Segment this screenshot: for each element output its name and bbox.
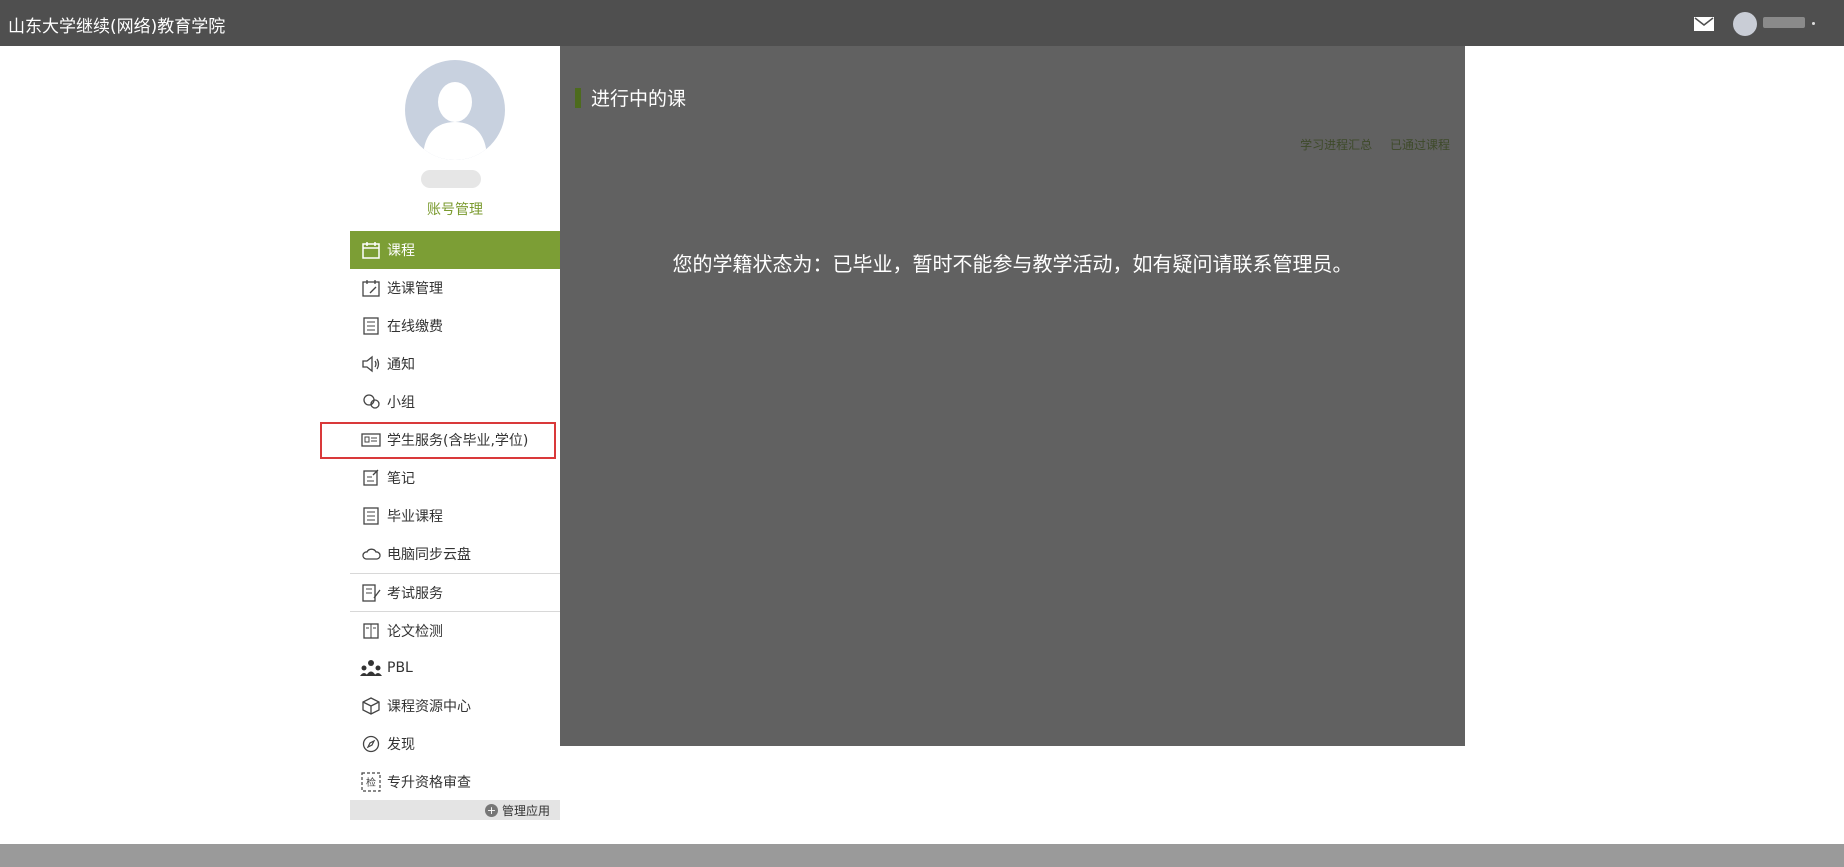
sidebar-item-label: 小组 bbox=[387, 395, 415, 411]
sidebar: 账号管理 课程 选课管理 在线缴费 通知 小组 学生服务(含毕业,学位) 笔记 … bbox=[320, 46, 560, 820]
main-panel: 进行中的课 学习进程汇总 已通过课程 您的学籍状态为：已毕业，暂时不能参与教学活… bbox=[560, 46, 1465, 746]
sidebar-item-label: 笔记 bbox=[387, 471, 415, 487]
manage-apps-button[interactable]: + 管理应用 bbox=[350, 800, 560, 820]
user-dropdown-icon[interactable] bbox=[1812, 22, 1815, 25]
user-name-blurred[interactable] bbox=[1763, 17, 1805, 28]
note-edit-icon bbox=[360, 467, 382, 489]
manage-apps-label: 管理应用 bbox=[501, 803, 550, 818]
document-list-icon bbox=[360, 315, 382, 337]
compass-icon bbox=[360, 733, 382, 755]
sidebar-item-groups[interactable]: 小组 bbox=[350, 383, 560, 421]
sidebar-item-label: 课程资源中心 bbox=[387, 699, 471, 715]
calendar-edit-icon bbox=[360, 277, 382, 299]
speaker-icon bbox=[360, 353, 382, 375]
sidebar-item-notifications[interactable]: 通知 bbox=[350, 345, 560, 383]
course-links: 学习进程汇总 已通过课程 bbox=[1286, 136, 1450, 153]
top-bar: 山东大学继续(网络)教育学院 bbox=[0, 0, 1844, 46]
page-title: 进行中的课 bbox=[591, 88, 687, 110]
mail-icon[interactable] bbox=[1694, 17, 1714, 31]
person-silhouette-icon bbox=[423, 82, 487, 160]
user-avatar[interactable] bbox=[1733, 12, 1757, 36]
people-icon bbox=[360, 657, 382, 679]
sidebar-item-label: 在线缴费 bbox=[387, 319, 443, 335]
footer-bar bbox=[0, 844, 1844, 867]
sidebar-item-label: 选课管理 bbox=[387, 281, 443, 297]
enrollment-status-message: 您的学籍状态为：已毕业，暂时不能参与教学活动，如有疑问请联系管理员。 bbox=[672, 252, 1353, 276]
sidebar-item-course-selection[interactable]: 选课管理 bbox=[350, 269, 560, 307]
sidebar-item-label: 专升资格审查 bbox=[387, 775, 471, 791]
user-name-blurred bbox=[421, 170, 481, 188]
sidebar-item-label: 通知 bbox=[387, 357, 415, 373]
exam-icon bbox=[360, 582, 382, 604]
check-stamp-icon: 检 bbox=[360, 771, 382, 793]
sidebar-item-cloud-sync[interactable]: 电脑同步云盘 bbox=[350, 535, 560, 573]
passed-courses-link[interactable]: 已通过课程 bbox=[1390, 138, 1450, 152]
sidebar-item-label: 电脑同步云盘 bbox=[387, 547, 471, 563]
sidebar-item-label: 考试服务 bbox=[387, 585, 443, 602]
sidebar-item-graduation-courses[interactable]: 毕业课程 bbox=[350, 497, 560, 535]
sidebar-item-exam-services[interactable]: 考试服务 bbox=[350, 573, 560, 611]
sidebar-item-notes[interactable]: 笔记 bbox=[350, 459, 560, 497]
sidebar-item-courses[interactable]: 课程 bbox=[350, 231, 560, 269]
sidebar-item-discover[interactable]: 发现 bbox=[350, 725, 560, 763]
group-icon bbox=[360, 391, 382, 413]
sidebar-item-label: 毕业课程 bbox=[387, 509, 443, 525]
box-icon bbox=[360, 695, 382, 717]
sidebar-item-resource-center[interactable]: 课程资源中心 bbox=[350, 687, 560, 725]
plus-circle-icon: + bbox=[484, 803, 498, 817]
learning-progress-link[interactable]: 学习进程汇总 bbox=[1300, 138, 1372, 152]
book-icon bbox=[360, 620, 382, 642]
heading-accent-bar bbox=[575, 88, 581, 108]
account-management-link[interactable]: 账号管理 bbox=[350, 199, 560, 219]
sidebar-item-label: 论文检测 bbox=[387, 623, 443, 640]
cloud-icon bbox=[360, 543, 382, 565]
sidebar-item-label: 学生服务(含毕业,学位) bbox=[387, 433, 529, 449]
sidebar-item-student-services[interactable]: 学生服务(含毕业,学位) bbox=[320, 421, 560, 459]
id-card-icon bbox=[360, 429, 382, 451]
document-list-icon bbox=[360, 505, 382, 527]
sidebar-item-online-payment[interactable]: 在线缴费 bbox=[350, 307, 560, 345]
sidebar-item-label: 发现 bbox=[387, 737, 415, 753]
svg-text:检: 检 bbox=[366, 776, 376, 789]
sidebar-menu: 课程 选课管理 在线缴费 通知 小组 学生服务(含毕业,学位) 笔记 毕业课程 … bbox=[320, 231, 560, 801]
sidebar-item-thesis-check[interactable]: 论文检测 bbox=[350, 611, 560, 649]
sidebar-item-upgrade-review[interactable]: 检 专升资格审查 bbox=[350, 763, 560, 801]
site-title[interactable]: 山东大学继续(网络)教育学院 bbox=[8, 12, 225, 37]
profile-avatar[interactable] bbox=[405, 60, 505, 160]
sidebar-item-label: 课程 bbox=[387, 243, 415, 259]
calendar-icon bbox=[360, 239, 382, 261]
sidebar-item-label: PBL bbox=[387, 660, 413, 676]
sidebar-item-pbl[interactable]: PBL bbox=[350, 649, 560, 687]
